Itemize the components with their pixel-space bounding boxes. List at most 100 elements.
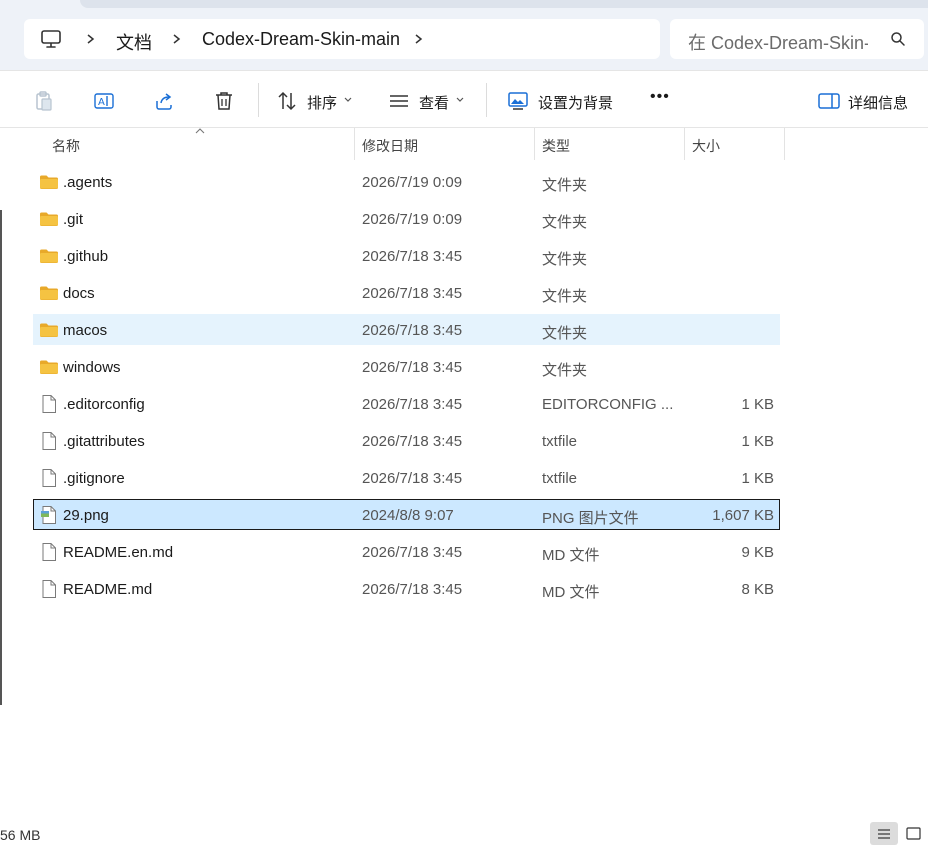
file-modified-date: 2026/7/19 0:09 [362,174,463,191]
folder-icon [40,212,58,226]
view-button[interactable]: 查看 [419,92,449,113]
tiles-view-icon[interactable] [905,826,923,842]
file-name: 29.png [63,507,109,524]
search-box[interactable]: 在 Codex-Dream-Skin-main 中搜索 [670,19,924,59]
file-type: txtfile [542,470,578,487]
file-row[interactable]: .editorconfig 2026/7/18 3:45 EDITORCONFIG … [33,388,780,419]
file-name: .github [63,248,109,265]
command-bar: A 排序 查看 设置为背景 ••• 详细信息 [0,70,928,128]
column-divider[interactable] [684,128,685,160]
file-row[interactable]: macos 2026/7/18 3:45 文件夹 [33,314,780,345]
file-icon [42,432,56,450]
column-header-type[interactable]: 类型 [542,136,570,156]
file-modified-date: 2026/7/18 3:45 [362,433,463,450]
file-name: .gitignore [63,470,125,487]
file-type: PNG 图片文件 [542,510,639,527]
file-icon [42,395,56,413]
details-button[interactable]: 详细信息 [848,92,908,113]
column-header-size[interactable]: 大小 [692,136,720,156]
file-name: README.en.md [63,544,174,561]
file-name: README.md [63,581,153,598]
column-divider[interactable] [534,128,535,160]
status-selection-size: 56 MB [0,827,41,843]
file-row[interactable]: windows 2026/7/18 3:45 文件夹 [33,351,780,382]
share-icon[interactable] [152,89,176,113]
column-header-date[interactable]: 修改日期 [362,136,418,156]
file-modified-date: 2026/7/18 3:45 [362,581,463,598]
file-type: 文件夹 [542,177,588,194]
search-input[interactable]: 在 Codex-Dream-Skin-main 中搜索 [688,29,868,51]
tab-strip-edge [80,0,928,8]
address-bar[interactable]: 文档 Codex-Dream-Skin-main [24,19,660,59]
chevron-right-icon[interactable] [412,28,426,50]
file-row[interactable]: .agents 2026/7/19 0:09 文件夹 [33,166,780,197]
file-row[interactable]: README.en.md 2026/7/18 3:45 MD 文件 9 KB [33,536,780,567]
file-modified-date: 2026/7/19 0:09 [362,211,463,228]
file-name: macos [63,322,108,339]
computer-icon[interactable] [40,28,62,50]
file-size: 1,607 KB [712,507,774,524]
view-icon[interactable] [387,89,411,113]
file-type: 文件夹 [542,362,588,379]
file-modified-date: 2026/7/18 3:45 [362,322,463,339]
details-pane-icon[interactable] [817,89,841,113]
file-type: EDITORCONFIG ... [542,396,674,413]
search-icon[interactable] [890,31,906,47]
file-name: .gitattributes [63,433,145,450]
paste-icon[interactable] [32,89,56,113]
file-modified-date: 2026/7/18 3:45 [362,470,463,487]
file-modified-date: 2026/7/18 3:45 [362,359,463,376]
file-modified-date: 2026/7/18 3:45 [362,544,463,561]
file-row[interactable]: README.md 2026/7/18 3:45 MD 文件 8 KB [33,573,780,604]
delete-icon[interactable] [212,89,236,113]
breadcrumb-current-folder[interactable]: Codex-Dream-Skin-main [202,29,400,50]
chevron-down-icon[interactable] [455,96,465,104]
column-divider[interactable] [784,128,785,160]
file-row[interactable]: docs 2026/7/18 3:45 文件夹 [33,277,780,308]
sort-button[interactable]: 排序 [307,92,337,113]
svg-text:A: A [98,97,105,108]
folder-icon [40,360,58,374]
column-divider[interactable] [354,128,355,160]
file-row[interactable]: .gitattributes 2026/7/18 3:45 txtfile 1 KB [33,425,780,456]
image-file-icon [41,506,56,524]
file-icon [42,469,56,487]
folder-icon [40,286,58,300]
folder-icon [40,175,58,189]
more-options-button[interactable]: ••• [650,88,670,106]
chevron-right-icon[interactable] [170,28,184,50]
file-row[interactable]: .github 2026/7/18 3:45 文件夹 [33,240,780,271]
file-type: 文件夹 [542,325,588,342]
file-size: 1 KB [741,470,774,487]
column-header-name[interactable]: 名称 [52,136,80,156]
file-modified-date: 2026/7/18 3:45 [362,285,463,302]
file-type: 文件夹 [542,288,588,305]
set-as-background-button[interactable]: 设置为背景 [538,92,613,113]
file-name: .agents [63,174,113,191]
file-modified-date: 2026/7/18 3:45 [362,396,463,413]
file-modified-date: 2024/8/8 9:07 [362,507,454,524]
file-name: windows [63,359,121,376]
sort-icon[interactable] [275,89,299,113]
folder-icon [40,323,58,337]
chevron-right-icon[interactable] [84,28,98,50]
list-view-icon [878,829,890,839]
wallpaper-icon[interactable] [506,89,530,113]
chevron-down-icon[interactable] [343,96,353,104]
file-row[interactable]: .git 2026/7/19 0:09 文件夹 [33,203,780,234]
rename-icon[interactable]: A [92,89,116,113]
file-type: MD 文件 [542,547,600,564]
file-list: .agents 2026/7/19 0:09 文件夹 .git 2026/7/19 0:… [33,166,780,610]
toolbar-divider [258,83,259,117]
file-row[interactable]: .gitignore 2026/7/18 3:45 txtfile 1 KB [33,462,780,493]
title-area: 文档 Codex-Dream-Skin-main 在 Codex-Dream-S… [0,0,928,70]
column-header-row: 名称 修改日期 类型 大小 [32,128,786,162]
file-modified-date: 2026/7/18 3:45 [362,248,463,265]
file-type: 文件夹 [542,214,588,231]
toolbar-divider [486,83,487,117]
file-size: 8 KB [741,581,774,598]
file-row[interactable]: 29.png 2024/8/8 9:07 PNG 图片文件 1,607 KB [33,499,780,530]
details-view-button[interactable] [870,822,898,845]
file-size: 1 KB [741,433,774,450]
breadcrumb-documents[interactable]: 文档 [116,29,152,55]
